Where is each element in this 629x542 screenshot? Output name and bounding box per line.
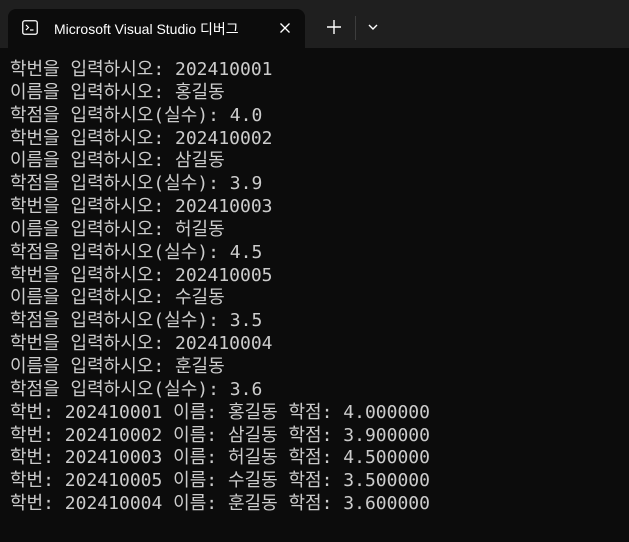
tab-debug-console[interactable]: Microsoft Visual Studio 디버그 xyxy=(8,9,305,48)
terminal-window: Microsoft Visual Studio 디버그 학번을 입력하시오: 2… xyxy=(0,0,629,542)
console-line: 학번: 202410001 이름: 홍길동 학점: 4.000000 xyxy=(10,401,430,423)
console-line: 이름을 입력하시오: 수길동 xyxy=(10,287,225,309)
title-bar: Microsoft Visual Studio 디버그 xyxy=(0,0,629,48)
console-line: 이름을 입력하시오: 훈길동 xyxy=(10,355,225,377)
tab-divider xyxy=(355,16,356,40)
tab-title: Microsoft Visual Studio 디버그 xyxy=(54,21,239,37)
console-line: 학점을 입력하시오(실수): 4.0 xyxy=(10,104,263,126)
console-line: 학점을 입력하시오(실수): 4.5 xyxy=(10,241,263,263)
chevron-down-icon[interactable] xyxy=(364,18,382,36)
console-line: 학번: 202410002 이름: 삼길동 학점: 3.900000 xyxy=(10,424,430,446)
console-line: 학점을 입력하시오(실수): 3.5 xyxy=(10,310,263,332)
console-icon xyxy=(22,20,38,35)
console-line: 이름을 입력하시오: 홍길동 xyxy=(10,81,225,103)
console-line: 이름을 입력하시오: 허길동 xyxy=(10,218,225,240)
console-line: 학점을 입력하시오(실수): 3.6 xyxy=(10,378,263,400)
console-line: 학번: 202410003 이름: 허길동 학점: 4.500000 xyxy=(10,447,430,469)
console-line: 학번을 입력하시오: 202410005 xyxy=(10,264,273,286)
console-line: 학번을 입력하시오: 202410001 xyxy=(10,59,273,80)
console-line: 이름을 입력하시오: 삼길동 xyxy=(10,150,225,172)
console-line: 학점을 입력하시오(실수): 3.9 xyxy=(10,173,263,195)
console-line: 학번을 입력하시오: 202410003 xyxy=(10,196,273,218)
console-line: 학번을 입력하시오: 202410002 xyxy=(10,127,273,149)
console-line: 학번: 202410004 이름: 훈길동 학점: 3.600000 xyxy=(10,493,430,515)
close-icon[interactable] xyxy=(278,21,292,35)
console-line: 학번을 입력하시오: 202410004 xyxy=(10,333,273,355)
console-output[interactable]: 학번을 입력하시오: 202410001 이름을 입력하시오: 홍길동 학점을 입력… xyxy=(10,59,620,529)
console-line: 학번: 202410005 이름: 수길동 학점: 3.500000 xyxy=(10,470,430,492)
plus-icon[interactable] xyxy=(324,17,344,37)
